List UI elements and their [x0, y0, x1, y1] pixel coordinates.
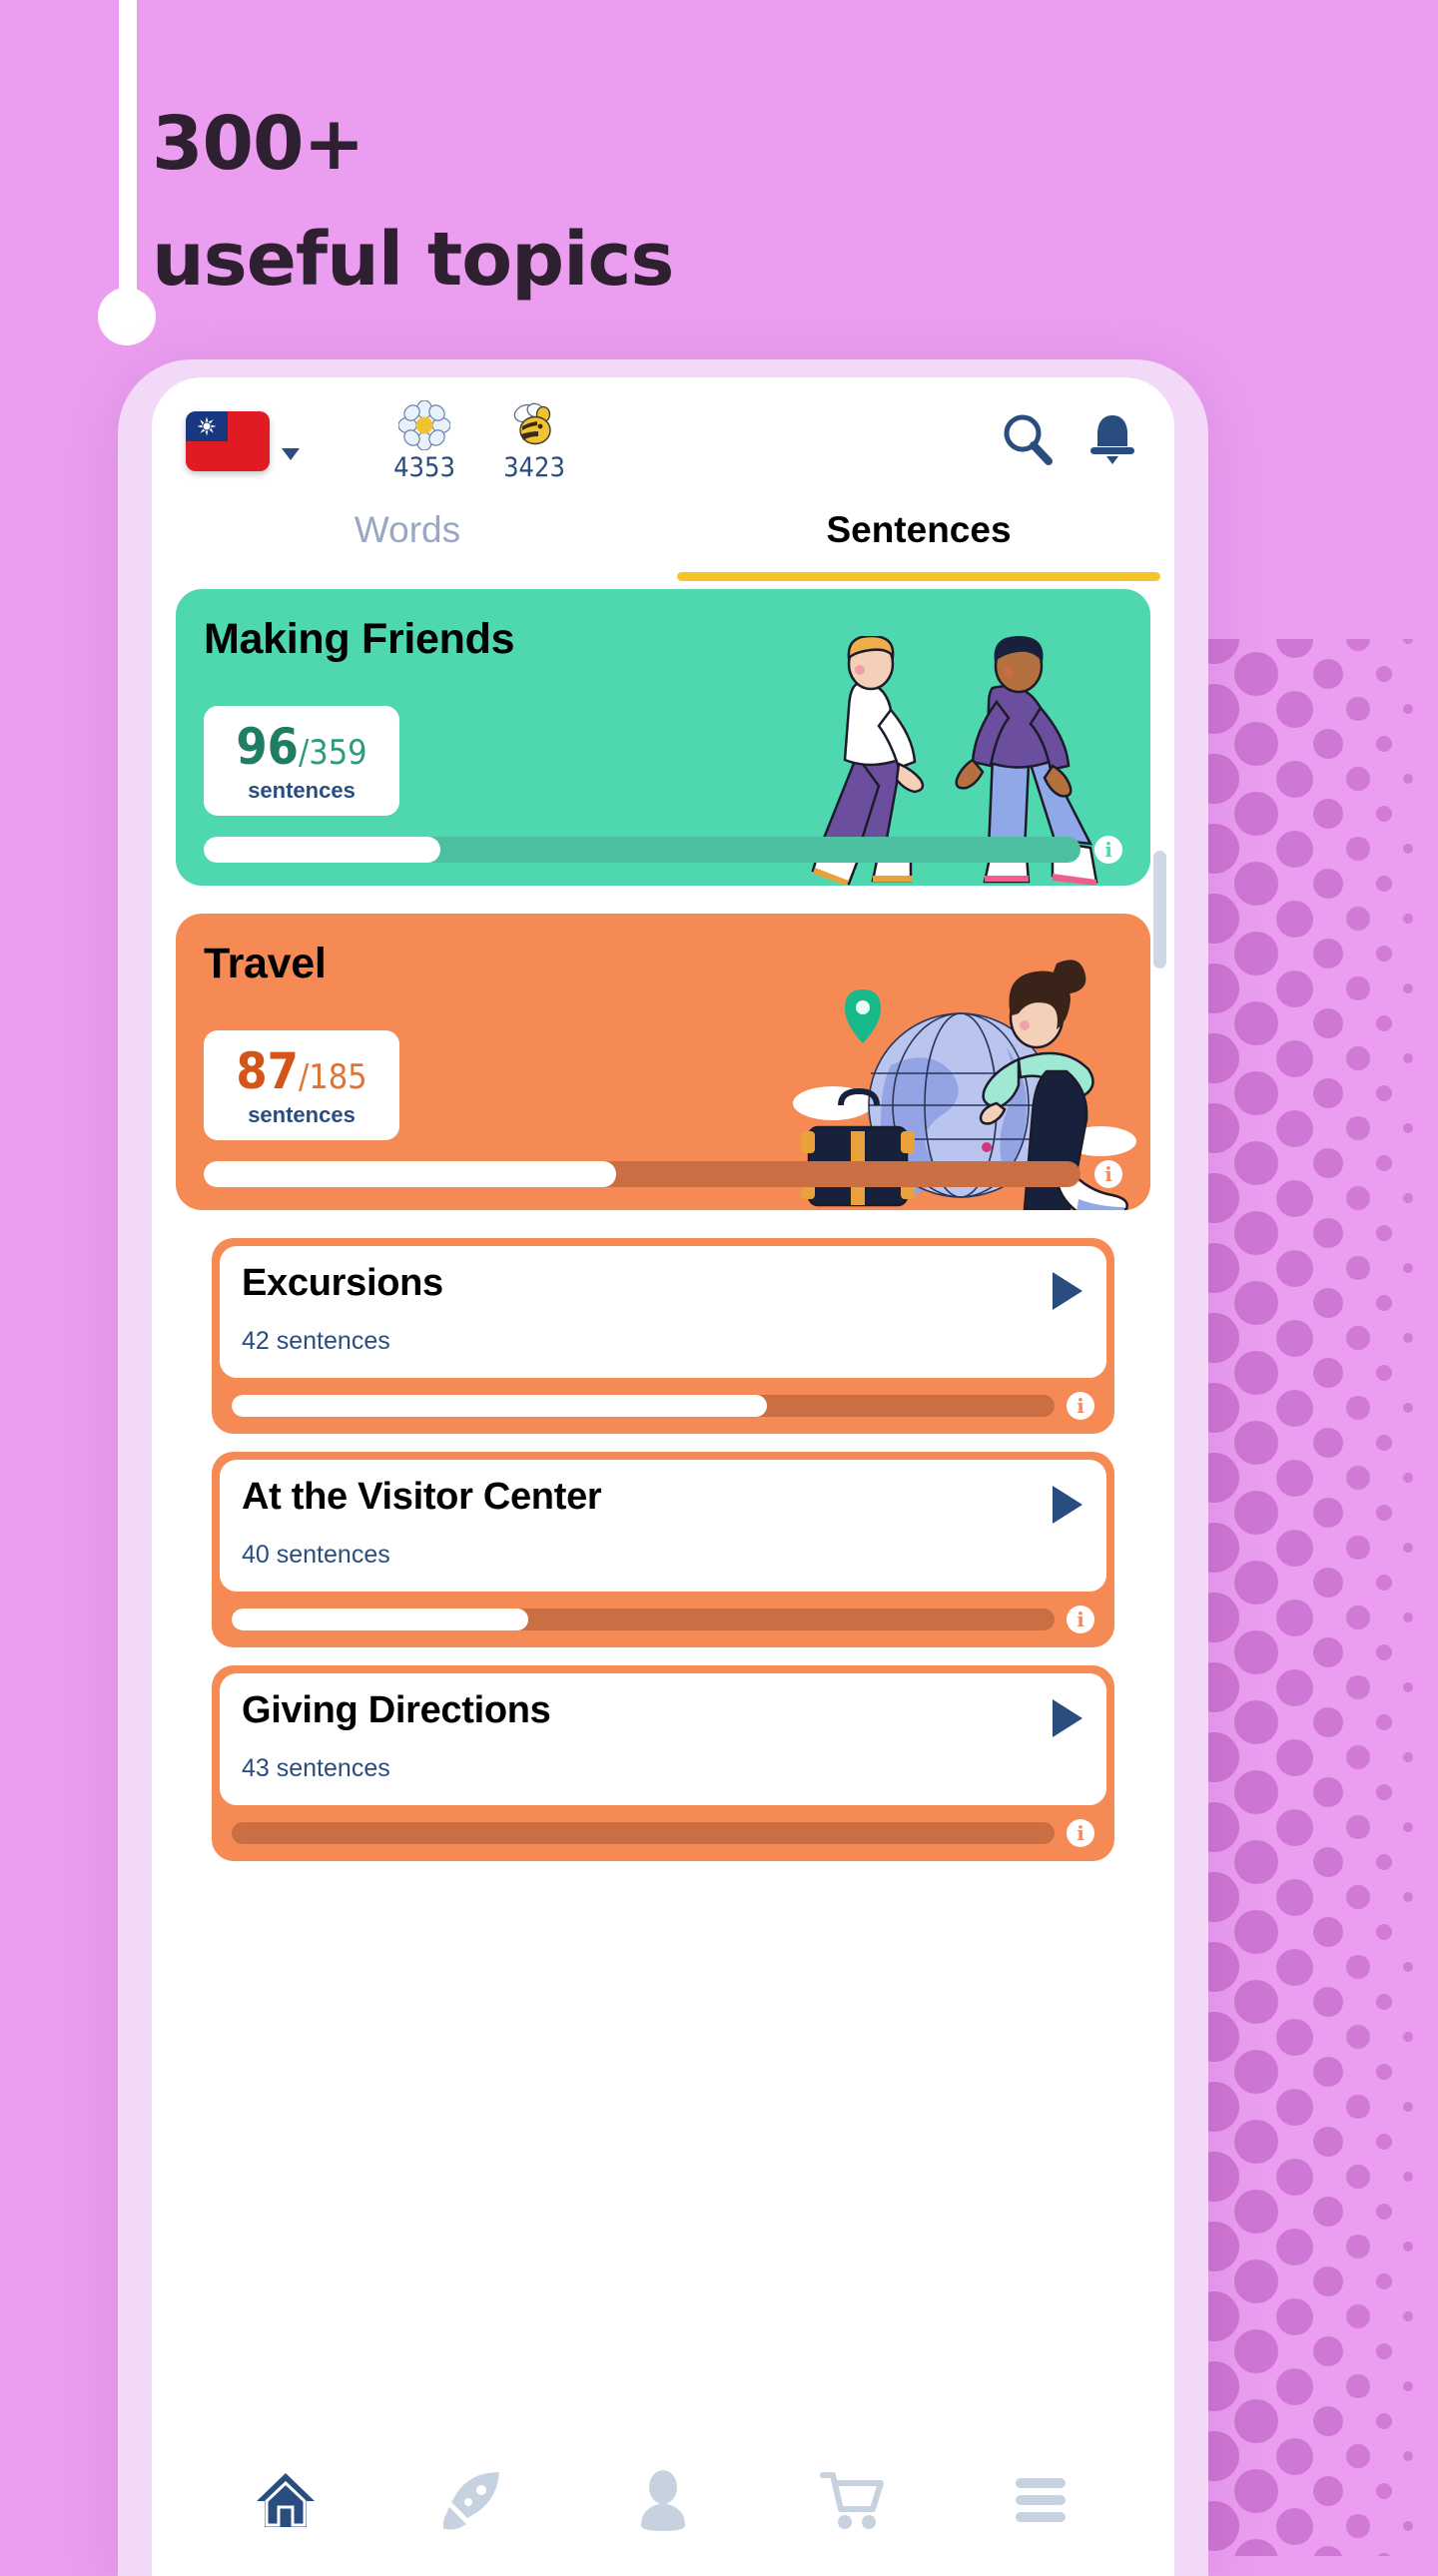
search-icon[interactable] — [999, 410, 1057, 473]
subtopic-card-at-the-visitor-center[interactable]: At the Visitor Center 40 sentences i — [212, 1452, 1114, 1647]
bottom-navigation — [152, 2436, 1174, 2576]
subtopic-title: At the Visitor Center — [242, 1476, 602, 1518]
tab-words[interactable]: Words — [152, 505, 663, 589]
topic-score-box: 87/185 sentences — [204, 1030, 399, 1140]
progress-bar — [204, 837, 1080, 863]
topic-title: Travel — [204, 940, 327, 987]
topic-score-box: 96/359 sentences — [204, 706, 399, 816]
topic-total-count: /359 — [298, 733, 367, 773]
subtopic-title: Giving Directions — [242, 1689, 551, 1731]
topic-list: Making Friends 96/359 sentences i Travel… — [152, 589, 1174, 1861]
flower-icon — [398, 399, 450, 450]
topic-unit-label: sentences — [248, 1102, 356, 1127]
scrollbar-thumb[interactable] — [1153, 851, 1166, 968]
subtopic-count: 43 sentences — [242, 1754, 390, 1782]
topic-learned-count: 87 — [236, 1042, 299, 1100]
pin-dot-decoration — [98, 288, 156, 345]
language-selector[interactable] — [186, 411, 300, 471]
subtopic-progress-row: i — [220, 1805, 1106, 1847]
progress-bar — [204, 1161, 1080, 1187]
nav-discover[interactable] — [380, 2469, 569, 2531]
app-header: 4353 3423 — [152, 377, 1174, 505]
subtopic-progress-row: i — [220, 1378, 1106, 1420]
flower-count: 4353 — [393, 451, 455, 483]
topic-title: Making Friends — [204, 615, 515, 663]
cart-icon — [819, 2471, 884, 2529]
topic-type-tabs: Words Sentences — [152, 505, 1174, 589]
tab-sentences[interactable]: Sentences — [663, 505, 1174, 589]
topic-card-travel[interactable]: Travel 87/185 sentences i — [176, 914, 1150, 1210]
rocket-icon — [442, 2471, 500, 2529]
info-icon[interactable]: i — [1067, 1392, 1094, 1420]
progress-bar — [232, 1822, 1055, 1844]
subtopic-progress-row: i — [220, 1592, 1106, 1633]
progress-fill — [204, 837, 441, 863]
home-icon — [257, 2472, 316, 2527]
info-icon[interactable]: i — [1094, 1160, 1122, 1188]
header-actions — [999, 410, 1140, 473]
nav-profile[interactable] — [569, 2469, 758, 2531]
topic-progress-row: i — [204, 836, 1122, 864]
subtopic-body: At the Visitor Center 40 sentences — [220, 1460, 1106, 1592]
nav-shop[interactable] — [757, 2469, 946, 2531]
progress-fill — [204, 1161, 616, 1187]
menu-icon — [1015, 2477, 1066, 2522]
taiwan-flag-icon[interactable] — [186, 411, 270, 471]
nav-menu[interactable] — [946, 2474, 1134, 2526]
subtopic-card-giving-directions[interactable]: Giving Directions 43 sentences i — [212, 1665, 1114, 1861]
progress-fill — [232, 1609, 528, 1630]
progress-bar — [232, 1395, 1055, 1417]
play-icon[interactable] — [1053, 1699, 1082, 1737]
progress-bar — [232, 1609, 1055, 1630]
bee-count: 3423 — [503, 451, 565, 483]
headline-line-2: useful topics — [152, 217, 674, 304]
topic-learned-count: 96 — [236, 718, 299, 776]
info-icon[interactable]: i — [1094, 836, 1122, 864]
topic-progress-row: i — [204, 1160, 1122, 1188]
subtopic-title: Excursions — [242, 1262, 443, 1304]
subtopic-body: Excursions 42 sentences — [220, 1246, 1106, 1378]
header-counters: 4353 3423 — [387, 399, 571, 483]
topic-card-making-friends[interactable]: Making Friends 96/359 sentences i — [176, 589, 1150, 886]
person-icon — [640, 2469, 685, 2531]
headline-line-1: 300+ — [152, 101, 364, 187]
info-icon[interactable]: i — [1067, 1606, 1094, 1633]
subtopic-card-excursions[interactable]: Excursions 42 sentences i — [212, 1238, 1114, 1434]
flower-counter[interactable]: 4353 — [387, 399, 461, 483]
bee-icon — [507, 400, 561, 450]
play-icon[interactable] — [1053, 1272, 1082, 1310]
pin-line-decoration — [119, 0, 137, 320]
bell-icon[interactable] — [1084, 410, 1140, 473]
info-icon[interactable]: i — [1067, 1819, 1094, 1847]
flag-sun-icon — [197, 416, 217, 436]
play-icon[interactable] — [1053, 1486, 1082, 1524]
nav-home[interactable] — [192, 2469, 380, 2531]
topic-total-count: /185 — [298, 1057, 367, 1097]
chevron-down-icon[interactable] — [282, 448, 300, 460]
promo-headline: 300+ useful topics — [152, 96, 971, 308]
subtopic-count: 42 sentences — [242, 1327, 390, 1355]
topic-unit-label: sentences — [248, 778, 356, 803]
progress-fill — [232, 1395, 767, 1417]
phone-screen: 4353 3423 Words Sentences Making Friends… — [152, 377, 1174, 2576]
subtopic-count: 40 sentences — [242, 1541, 390, 1569]
subtopic-body: Giving Directions 43 sentences — [220, 1673, 1106, 1805]
bee-counter[interactable]: 3423 — [497, 400, 571, 483]
